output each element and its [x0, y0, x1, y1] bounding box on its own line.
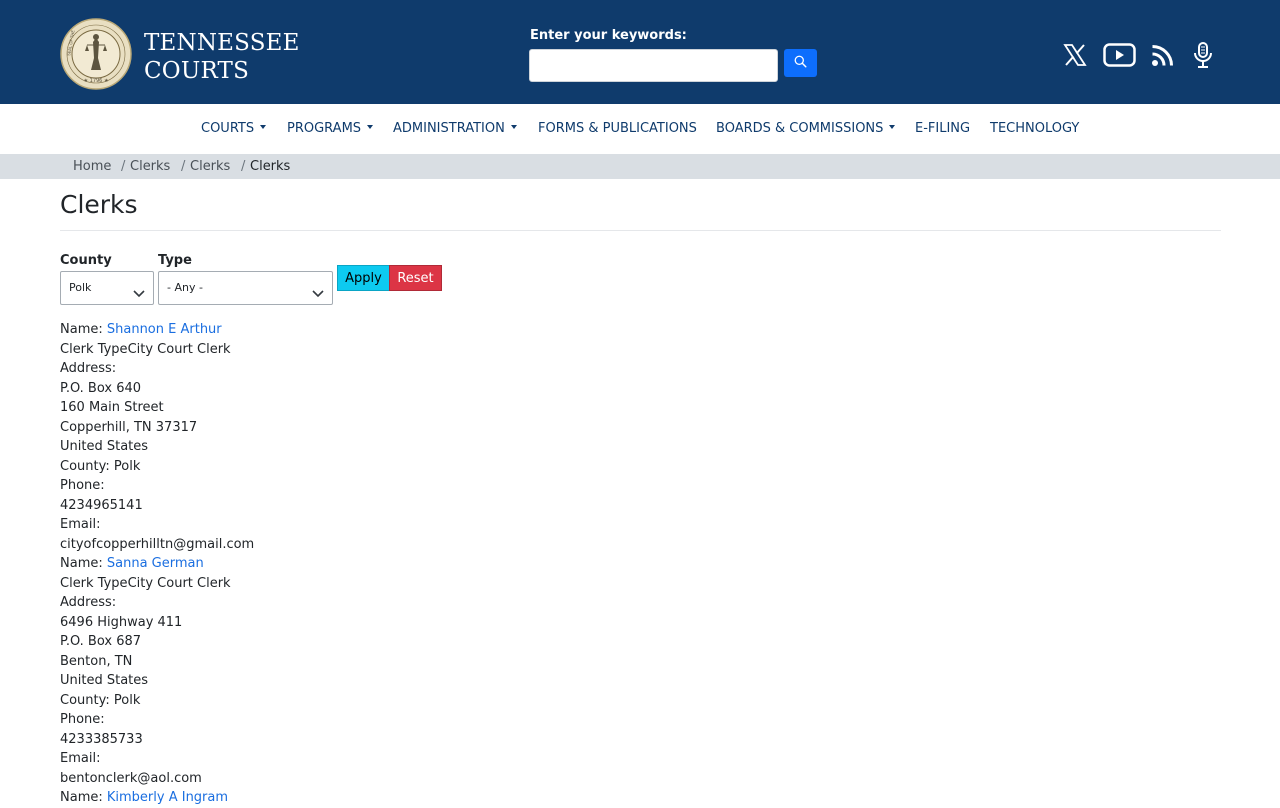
caret-down-icon: [510, 125, 517, 129]
nav-item-label: BOARDS & COMMISSIONS: [716, 121, 884, 136]
clerk-name-row: Name: Shannon E Arthur: [60, 320, 254, 340]
breadcrumb-clerks-2[interactable]: Clerks: [190, 159, 230, 174]
clerk-type-label: Clerk Type: [60, 341, 128, 357]
clerk-name-row: Name: Kimberly A Ingram: [60, 788, 254, 808]
county-value: Polk: [113, 458, 141, 474]
county-row: County: Polk: [60, 691, 254, 711]
apply-button[interactable]: Apply: [337, 265, 390, 291]
address-line: Copperhill, TN 37317: [60, 419, 198, 435]
clerk-type-value: City Court Clerk: [127, 341, 231, 357]
site-logo-text[interactable]: TENNESSEE COURTS: [144, 29, 300, 85]
name-label: Name:: [60, 790, 107, 805]
list-item: Name: Sanna German Clerk TypeCity Court …: [60, 554, 254, 788]
address-line: P.O. Box 687: [60, 634, 142, 649]
x-icon[interactable]: [1061, 40, 1089, 70]
breadcrumb-separator: /: [241, 159, 246, 174]
seal-logo[interactable]: ★ 1796 ★ SEAL OF THE: [60, 18, 132, 90]
type-filter-label: Type: [158, 253, 192, 268]
reset-button[interactable]: Reset: [389, 265, 442, 291]
nav-item-label: ADMINISTRATION: [393, 121, 505, 136]
clerk-name-row: Name: Sanna German: [60, 554, 254, 574]
county-row: County: Polk: [60, 457, 254, 477]
logo-line-2: COURTS: [144, 58, 250, 84]
rss-icon[interactable]: [1149, 40, 1175, 70]
search-icon: [794, 55, 807, 71]
list-item: Name: Shannon E Arthur Clerk TypeCity Co…: [60, 320, 254, 554]
nav-item-administration[interactable]: ADMINISTRATION: [393, 121, 517, 137]
address-line: United States: [60, 439, 149, 454]
type-select-value: - Any -: [167, 281, 203, 294]
phone-value: 4234965141: [60, 497, 143, 513]
breadcrumb-clerks-1[interactable]: Clerks: [130, 159, 170, 174]
title-divider: [60, 230, 1221, 231]
name-label: Name:: [60, 556, 107, 571]
youtube-icon[interactable]: [1101, 40, 1137, 70]
nav-item-label: FORMS & PUBLICATIONS: [538, 121, 697, 136]
county-select-value: Polk: [69, 281, 92, 294]
type-select[interactable]: - Any -: [158, 271, 333, 305]
email-value: cityofcopperhilltn@gmail.com: [60, 536, 255, 552]
clerk-name-link[interactable]: Sanna German: [107, 556, 204, 571]
clerk-type-row: Clerk TypeCity Court Clerk: [60, 340, 254, 360]
page-title: Clerks: [60, 190, 138, 219]
address-line: United States: [60, 673, 149, 688]
nav-item-label: COURTS: [201, 121, 255, 136]
clerk-name-link[interactable]: Shannon E Arthur: [107, 322, 222, 337]
address-label: Address:: [60, 595, 117, 610]
chevron-down-icon: [312, 283, 324, 302]
phone-label: Phone:: [60, 478, 105, 493]
caret-down-icon: [367, 125, 374, 129]
email-label: Email:: [60, 751, 101, 766]
address-label: Address:: [60, 361, 117, 376]
email-value: bentonclerk@aol.com: [60, 770, 202, 786]
logo-line-1: TENNESSEE: [144, 30, 300, 56]
search-input[interactable]: [529, 49, 778, 82]
county-value: Polk: [113, 692, 141, 708]
breadcrumb-current: Clerks: [250, 159, 291, 174]
name-label: Name:: [60, 322, 107, 337]
nav-item-e-filing[interactable]: E-FILING: [915, 121, 970, 137]
nav-item-label: E-FILING: [915, 121, 971, 136]
county-label: County:: [60, 692, 114, 708]
nav-item-programs[interactable]: PROGRAMS: [287, 121, 374, 137]
address-line: Benton, TN: [60, 653, 133, 669]
nav-item-label: PROGRAMS: [287, 121, 362, 136]
county-select[interactable]: Polk: [60, 271, 154, 305]
phone-label: Phone:: [60, 712, 105, 727]
breadcrumb-separator: /: [121, 159, 126, 174]
breadcrumb-separator: /: [181, 159, 186, 174]
clerk-type-value: City Court Clerk: [127, 575, 231, 591]
list-item: Name: Kimberly A Ingram: [60, 788, 254, 808]
site-header: ★ 1796 ★ SEAL OF THE TENNESSEE COURTS En…: [0, 0, 1280, 104]
phone-value: 4233385733: [60, 731, 143, 747]
email-label: Email:: [60, 517, 101, 532]
nav-item-label: TECHNOLOGY: [990, 121, 1080, 136]
caret-down-icon: [260, 125, 267, 129]
address-line: 6496 Highway 411: [60, 614, 183, 630]
nav-item-forms-publications[interactable]: FORMS & PUBLICATIONS: [538, 121, 697, 137]
county-label: County:: [60, 458, 114, 474]
breadcrumb-home[interactable]: Home: [73, 159, 111, 174]
main-nav: COURTS PROGRAMS ADMINISTRATION FORMS & P…: [0, 104, 1280, 154]
search-button[interactable]: [784, 49, 817, 77]
clerk-name-link[interactable]: Kimberly A Ingram: [107, 790, 228, 805]
clerk-type-row: Clerk TypeCity Court Clerk: [60, 574, 254, 594]
caret-down-icon: [889, 125, 896, 129]
podcast-icon[interactable]: [1191, 40, 1215, 70]
clerk-type-label: Clerk Type: [60, 575, 128, 591]
svg-text:★ 1796 ★: ★ 1796 ★: [84, 78, 109, 84]
nav-item-technology[interactable]: TECHNOLOGY: [990, 121, 1079, 137]
chevron-down-icon: [133, 283, 145, 302]
county-filter-label: County: [60, 253, 112, 268]
search-label: Enter your keywords:: [530, 28, 687, 43]
address-line: P.O. Box 640: [60, 380, 142, 396]
clerk-results-list: Name: Shannon E Arthur Clerk TypeCity Co…: [60, 320, 254, 808]
address-line: 160 Main Street: [60, 400, 164, 415]
nav-item-courts[interactable]: COURTS: [201, 121, 267, 137]
breadcrumb: Home / Clerks / Clerks / Clerks: [0, 154, 1280, 179]
nav-item-boards-commissions[interactable]: BOARDS & COMMISSIONS: [716, 121, 896, 137]
